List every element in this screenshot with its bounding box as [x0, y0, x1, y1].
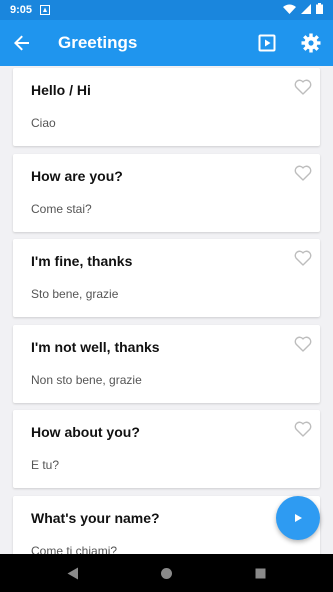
phrase-card[interactable]: How are you? Come stai?: [13, 154, 320, 232]
heart-outline-icon[interactable]: [294, 420, 312, 438]
battery-icon: [316, 3, 323, 17]
phrase-card[interactable]: I'm not well, thanks Non sto bene, grazi…: [13, 325, 320, 403]
phrase-italian: Sto bene, grazie: [31, 287, 119, 301]
phrase-italian: Come stai?: [31, 202, 92, 216]
play-icon: [295, 514, 302, 522]
phrase-english: What's your name?: [31, 510, 160, 526]
status-time: 9:05: [10, 4, 33, 16]
phrase-english: I'm not well, thanks: [31, 339, 160, 355]
arrow-back-icon: [14, 35, 29, 51]
status-bar: 9:05: [0, 0, 333, 20]
phrase-list[interactable]: Hello / Hi Ciao How are you? Come stai? …: [0, 66, 333, 554]
system-nav-bar: [0, 554, 333, 592]
phrase-italian: Non sto bene, grazie: [31, 373, 142, 387]
phrase-card[interactable]: I'm fine, thanks Sto bene, grazie: [13, 239, 320, 317]
wifi-icon: [283, 4, 296, 17]
heart-outline-icon[interactable]: [294, 335, 312, 353]
settings-gear-icon: [301, 33, 321, 53]
phrase-english: How are you?: [31, 168, 123, 184]
phrase-italian: Come ti chiami?: [31, 544, 118, 554]
page-title: Greetings: [58, 33, 138, 52]
heart-outline-icon[interactable]: [294, 78, 312, 96]
slideshow-button[interactable]: [245, 20, 289, 66]
home-circle-icon: [161, 567, 172, 579]
nav-recents-button[interactable]: [214, 554, 308, 592]
app-bar: Greetings: [0, 20, 333, 66]
phrase-card[interactable]: How about you? E tu?: [13, 410, 320, 488]
nav-home-button[interactable]: [120, 554, 214, 592]
signal-icon: [301, 3, 311, 17]
phrase-italian: Ciao: [31, 116, 56, 130]
play-audio-fab[interactable]: [276, 496, 320, 540]
recents-square-icon: [255, 568, 266, 578]
heart-outline-icon[interactable]: [294, 249, 312, 267]
back-triangle-icon: [67, 567, 78, 579]
heart-outline-icon[interactable]: [294, 164, 312, 182]
phrase-card[interactable]: What's your name? Come ti chiami?: [13, 496, 320, 554]
settings-button[interactable]: [289, 20, 333, 66]
back-button[interactable]: [0, 20, 44, 66]
nav-back-button[interactable]: [26, 554, 120, 592]
phrase-english: How about you?: [31, 424, 140, 440]
phrase-italian: E tu?: [31, 458, 60, 472]
phrase-card[interactable]: Hello / Hi Ciao: [13, 68, 320, 146]
play-slideshow-icon: [258, 34, 276, 52]
notification-icon: [40, 5, 51, 15]
phrase-english: Hello / Hi: [31, 82, 91, 98]
phrase-english: I'm fine, thanks: [31, 253, 133, 269]
